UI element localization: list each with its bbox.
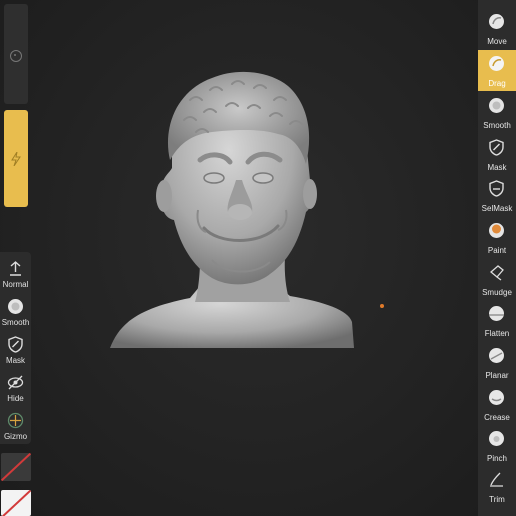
sculpt-model-bust[interactable] [100,60,370,360]
tool-label: Crease [484,413,510,422]
tool-label: Mask [5,356,26,365]
tool-planar[interactable]: Planar [478,342,516,383]
flatten-sphere-icon [489,306,504,321]
tool-label: Move [487,37,507,46]
lightning-icon [11,152,21,166]
tool-smooth[interactable]: Smooth [0,294,31,332]
sculpt-viewport[interactable] [0,0,516,516]
smooth-sphere-icon [489,98,504,113]
tool-move[interactable]: Move [478,8,516,49]
drag-sphere-icon [489,56,504,71]
tool-label: Mask [487,163,507,172]
tool-label: SelMask [481,204,513,213]
color-swatch-white[interactable] [1,490,31,516]
tool-label: Planar [485,371,509,380]
selmask-shield-icon [489,180,504,197]
tool-label: Smooth [483,121,511,130]
no-color-slash-icon [1,453,31,481]
tool-smudge[interactable]: Smudge [478,259,516,300]
tool-smooth-right[interactable]: Smooth [478,92,516,133]
left-tool-panel: Normal Smooth Mask Hide Gizmo [0,252,31,444]
tool-drag[interactable]: Drag [478,50,516,91]
tool-label: Normal [2,280,29,289]
tool-flatten[interactable]: Flatten [478,300,516,341]
tool-mask[interactable]: Mask [0,332,31,370]
tool-label: Trim [489,495,505,504]
gizmo-icon [7,412,24,429]
tool-paint[interactable]: Paint [478,217,516,258]
arrow-up-icon [10,261,21,276]
brush-pointer-dot [380,304,384,308]
mask-shield-icon [8,336,23,353]
tool-label: Smooth [1,318,30,327]
tool-pinch[interactable]: Pinch [478,425,516,466]
mask-shield-icon [489,139,504,156]
smudge-icon [489,265,504,281]
tool-mask-right[interactable]: Mask [478,134,516,175]
color-swatch-dark[interactable] [1,453,31,481]
tool-label: Pinch [486,454,507,463]
trim-icon [490,472,503,487]
tool-label: Gizmo [3,432,28,441]
tool-label: Flatten [484,329,510,338]
smooth-sphere-icon [8,299,23,314]
planar-sphere-icon [489,348,504,363]
tool-trim[interactable]: Trim [478,466,516,507]
pinch-sphere-icon [489,431,504,446]
crease-sphere-icon [489,390,504,405]
right-tool-panel: Move Drag Smooth Mask SelMask Paint Smud… [478,0,516,516]
tool-crease[interactable]: Crease [478,384,516,425]
hide-eye-icon [7,375,24,390]
tool-gizmo[interactable]: Gizmo [0,408,31,446]
paint-sphere-icon [489,223,504,238]
tool-normal[interactable]: Normal [0,256,31,294]
move-sphere-icon [489,14,504,29]
tool-label: Paint [487,246,507,255]
tool-label: Hide [7,394,24,403]
tool-label: Drag [488,79,506,88]
radius-slider[interactable] [4,4,28,104]
intensity-slider[interactable] [4,110,28,207]
tool-label: Smudge [482,288,512,297]
no-color-slash-icon [1,490,31,516]
tool-hide[interactable]: Hide [0,370,31,408]
tool-selmask[interactable]: SelMask [478,175,516,216]
